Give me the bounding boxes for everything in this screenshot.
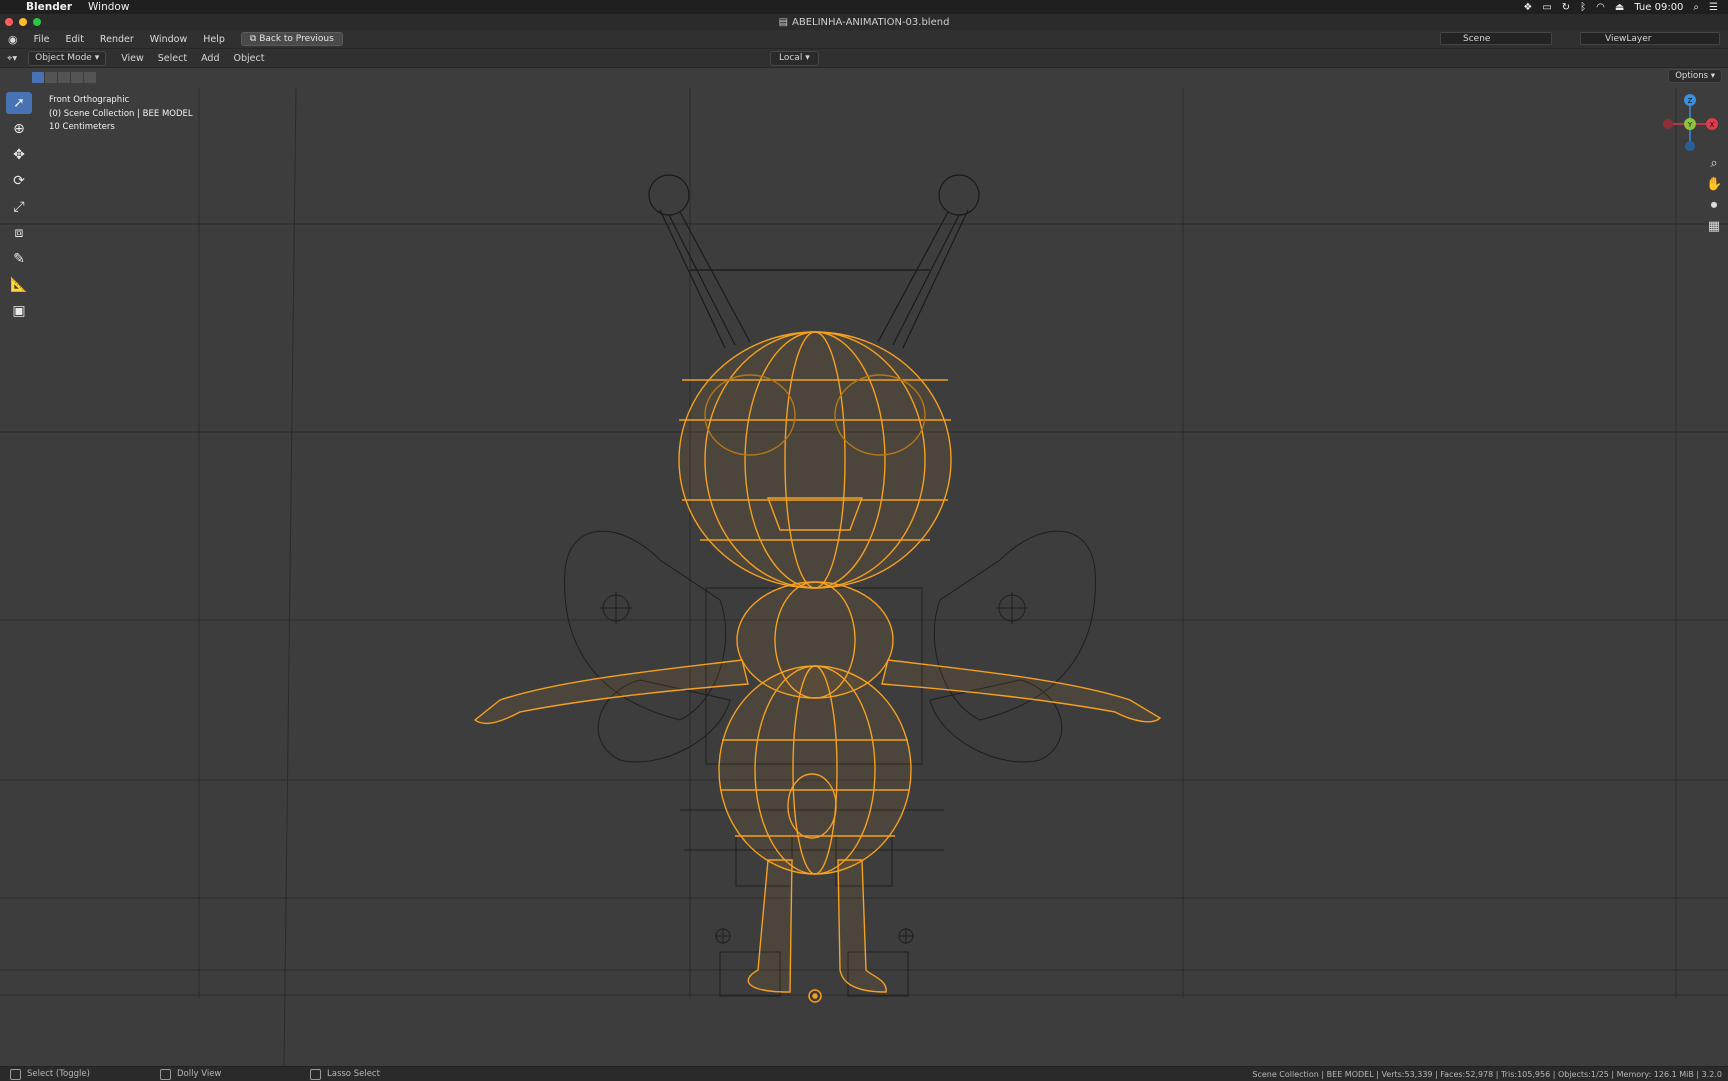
viewport-info: Front Orthographic (0) Scene Collection … [49,94,193,135]
os-menu-bar: Blender Window ❖ ▭ ↻ ᛒ ◠ ⏏ Tue 09:00 ⌕ ☰ [0,0,1728,14]
scale-tool-icon[interactable]: ⤢ [6,196,32,218]
select-tool-icon[interactable]: ➚ [6,92,32,114]
status-select-label: Select (Toggle) [27,1069,90,1079]
control-center-icon[interactable]: ☰ [1709,2,1718,13]
collection-info: (0) Scene Collection | BEE MODEL [49,108,193,119]
blender-logo-icon[interactable]: ◉ [0,33,26,46]
annotate-tool-icon[interactable]: ✎ [6,248,32,270]
rotate-tool-icon[interactable]: ⟳ [6,170,32,192]
blender-menu-bar: ◉ File Edit Render Window Help ⧉ Back to… [0,30,1728,49]
menu-file[interactable]: File [26,34,58,45]
grid-scale: 10 Centimeters [49,122,115,132]
selection-mode-buttons [32,72,96,83]
editor-type-icon[interactable]: ⌖▾ [0,53,24,64]
dropbox-icon[interactable]: ❖ [1523,2,1532,13]
clock[interactable]: Tue 09:00 [1634,2,1683,13]
object-mode-dropdown[interactable]: Object Mode ▾ [28,50,107,66]
mouse-left-icon [10,1068,21,1080]
menu-render[interactable]: Render [92,34,142,45]
scene-statistics: Scene Collection | BEE MODEL | Verts:53,… [1252,1069,1722,1079]
measure-tool-icon[interactable]: 📐 [6,274,32,296]
select-extend-icon[interactable] [45,72,57,83]
status-hint-lasso: Lasso Select [310,1068,450,1080]
status-hint-select: Select (Toggle) [10,1068,150,1080]
status-dolly-label: Dolly View [177,1069,222,1079]
viewport-header: ⌖▾ Object Mode ▾ View Select Add Object … [0,49,1728,68]
select-invert-icon[interactable] [71,72,83,83]
mouse-middle-icon [160,1068,171,1080]
minimize-window-button[interactable] [19,18,27,26]
camera-icon[interactable]: ⏺ [1706,198,1722,213]
orientation-label: Local [779,53,803,63]
select-new-icon[interactable] [32,72,44,83]
search-icon[interactable]: ⌕ [1693,2,1699,13]
bluetooth-icon[interactable]: ᛒ [1580,2,1586,13]
status-icons: ❖ ▭ ↻ ᛒ ◠ ⏏ Tue 09:00 ⌕ ☰ [1523,2,1728,13]
gizmo-x-label: X [1710,121,1715,129]
window-menu[interactable]: Window [88,1,129,13]
antennae-wireframe [648,174,980,349]
menu-edit[interactable]: Edit [58,34,92,45]
grid-view-icon[interactable]: ▦ [1706,219,1722,234]
gizmo-y-label: Y [1687,121,1693,129]
app-name-menu[interactable]: Blender [26,1,72,13]
pan-hand-icon[interactable]: ✋ [1706,177,1722,192]
menu-object[interactable]: Object [226,53,271,64]
menu-window[interactable]: Window [142,34,195,45]
mode-label: Object Mode [35,52,92,63]
gizmo-z-label: Z [1688,97,1693,105]
status-hint-dolly: Dolly View [160,1068,300,1080]
transform-tool-icon[interactable]: ⧈ [6,222,32,244]
transform-orientation-dropdown[interactable]: Local ▾ [770,51,819,66]
view-layer-selector[interactable]: ViewLayer [1580,32,1720,45]
menu-add[interactable]: Add [194,53,226,64]
display-icon[interactable]: ▭ [1542,2,1551,13]
scene-selector[interactable]: Scene [1440,32,1552,45]
back-to-previous-label: Back to Previous [259,34,334,44]
navigation-gizmo[interactable]: Z X Y [1663,94,1718,151]
menu-help[interactable]: Help [195,34,233,45]
tool-shelf: ➚ ⊕ ✥ ⟳ ⤢ ⧈ ✎ 📐 ▣ [4,92,34,322]
bee-mesh-selected [473,331,1162,993]
move-tool-icon[interactable]: ✥ [6,144,32,166]
eject-icon[interactable]: ⏏ [1615,2,1624,13]
back-icon: ⧉ [249,34,260,44]
select-intersect-icon[interactable] [84,72,96,83]
close-window-button[interactable] [5,18,13,26]
origin-marker-icon [808,989,822,1003]
zoom-window-button[interactable] [33,18,41,26]
file-icon: ▤ [778,16,789,28]
status-lasso-label: Lasso Select [327,1069,380,1079]
window-title-bar: ▤ ABELINHA-ANIMATION-03.blend [0,14,1728,31]
mouse-right-icon [310,1068,321,1080]
view-name: Front Orthographic [49,95,130,105]
view-navigation: ⌕ ✋ ⏺ ▦ [1706,156,1722,234]
view-layer-name: ViewLayer [1605,34,1652,44]
menu-select[interactable]: Select [151,53,194,64]
menu-view[interactable]: View [114,53,151,64]
zoom-icon[interactable]: ⌕ [1706,156,1722,171]
viewport-3d[interactable]: Z X Y [0,68,1728,1066]
sync-icon[interactable]: ↻ [1562,2,1570,13]
add-cube-tool-icon[interactable]: ▣ [6,300,32,322]
select-subtract-icon[interactable] [58,72,70,83]
window-controls [5,18,41,26]
window-title: ABELINHA-ANIMATION-03.blend [792,16,950,28]
status-bar: Select (Toggle) Dolly View Lasso Select … [0,1066,1728,1081]
cursor-tool-icon[interactable]: ⊕ [6,118,32,140]
wifi-icon[interactable]: ◠ [1596,2,1605,13]
scene-name: Scene [1463,34,1491,44]
back-to-previous-button[interactable]: ⧉ Back to Previous [240,32,343,46]
